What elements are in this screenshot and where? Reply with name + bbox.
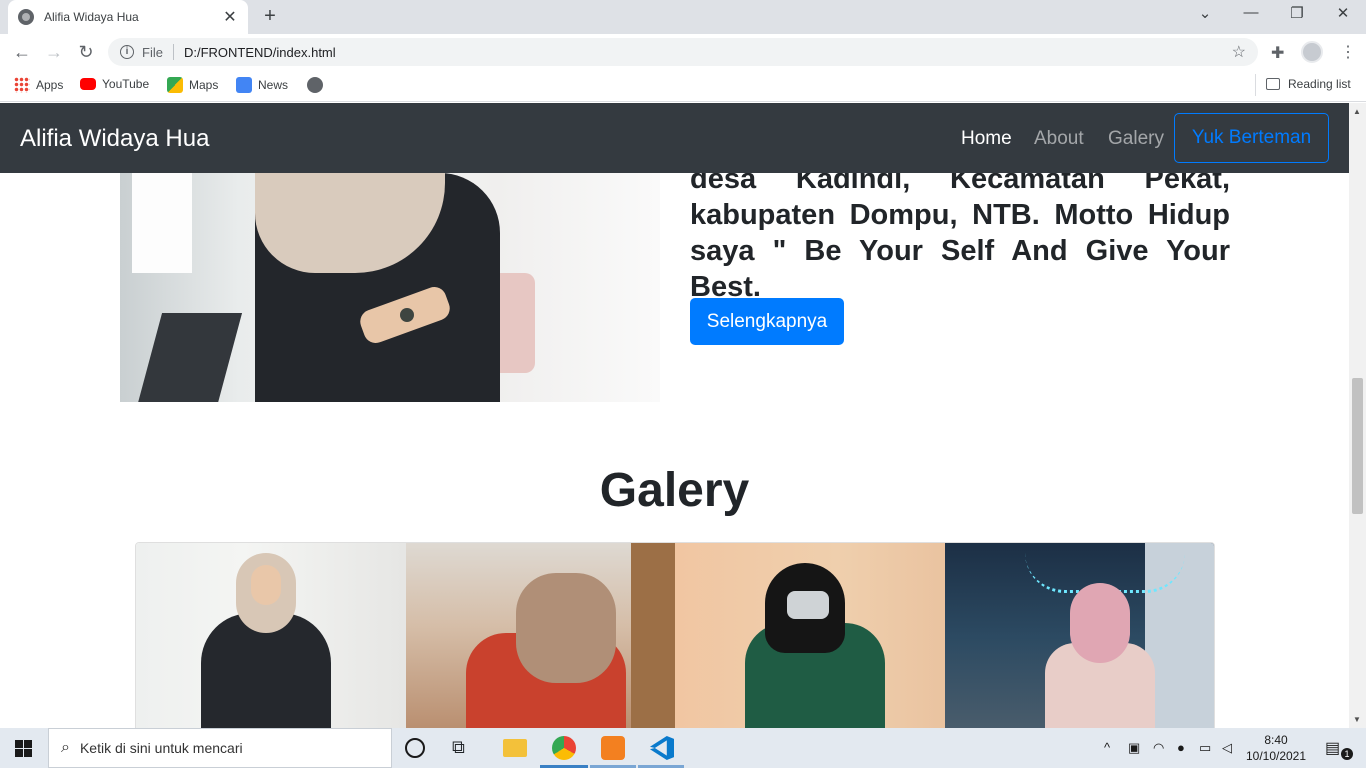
restore-button[interactable]: ❐	[1282, 4, 1312, 22]
new-tab-button[interactable]: +	[258, 5, 282, 28]
about-photo	[120, 153, 660, 402]
task-view-icon[interactable]: ⧉	[452, 737, 476, 761]
scroll-up-arrow-icon[interactable]: ▲	[1353, 107, 1361, 116]
search-icon: ⌕	[61, 739, 70, 756]
yuk-berteman-button[interactable]: Yuk Berteman	[1174, 113, 1329, 163]
vscode-icon[interactable]	[650, 736, 674, 760]
bookmark-label: Apps	[36, 78, 64, 92]
page-viewport: Alifia Widaya Hua Home About Galery Yuk …	[0, 103, 1349, 728]
url-separator	[172, 44, 174, 60]
navbar-brand[interactable]: Alifia Widaya Hua	[20, 125, 209, 153]
gallery-image[interactable]	[405, 543, 675, 728]
selengkapnya-button[interactable]: Selengkapnya	[690, 298, 844, 345]
tab-title: Alifia Widaya Hua	[44, 10, 139, 24]
clock-time: 8:40	[1264, 733, 1288, 747]
globe-icon	[307, 77, 323, 93]
bookmark-label: Maps	[189, 78, 219, 92]
apps-grid-icon	[14, 77, 30, 93]
reading-list-icon	[1266, 78, 1280, 90]
bookmarks-separator	[1255, 74, 1256, 96]
gallery-image[interactable]	[675, 543, 945, 728]
windows-start-icon[interactable]	[15, 740, 32, 757]
reading-list-button[interactable]: Reading list	[1266, 77, 1351, 91]
bookmark-star-icon[interactable]: ☆	[1232, 42, 1246, 62]
file-explorer-icon[interactable]	[503, 739, 527, 757]
site-navbar: Alifia Widaya Hua Home About Galery Yuk …	[0, 103, 1349, 173]
close-window-button[interactable]: ✕	[1328, 4, 1358, 22]
scroll-down-arrow-icon[interactable]: ▼	[1353, 715, 1361, 724]
news-icon	[236, 77, 252, 93]
bookmark-youtube[interactable]: YouTube	[80, 77, 149, 91]
back-arrow-icon[interactable]: ←	[10, 40, 34, 64]
photo-watch	[400, 308, 414, 322]
url-text[interactable]: D:/FRONTEND/index.html	[184, 45, 336, 60]
browser-toolbar: ← → ↻ i File D:/FRONTEND/index.html ☆ ✚	[0, 34, 1366, 70]
cortana-icon[interactable]	[405, 738, 425, 758]
windows-taskbar: ⌕ Ketik di sini untuk mencari ⧉ ^ ▣ ◠ ● …	[0, 728, 1366, 768]
bookmarks-bar: Apps YouTube Maps News	[0, 70, 1366, 102]
photo-mask	[787, 591, 829, 619]
taskbar-clock[interactable]: 8:40 10/10/2021	[1240, 732, 1312, 764]
meet-now-icon[interactable]: ▣	[1128, 740, 1140, 756]
battery-icon[interactable]: ▭	[1199, 740, 1211, 756]
nav-home[interactable]: Home	[961, 128, 1012, 150]
photo-door	[630, 543, 675, 728]
bookmark-apps[interactable]: Apps	[14, 77, 63, 93]
photo-face	[251, 565, 281, 605]
address-bar[interactable]: i File D:/FRONTEND/index.html ☆	[108, 38, 1258, 66]
microphone-icon[interactable]: ●	[1177, 740, 1185, 755]
notification-count-badge: 1	[1341, 748, 1353, 760]
photo-head	[515, 573, 616, 683]
bookmark-globe[interactable]	[307, 77, 323, 93]
reload-icon[interactable]: ↻	[74, 40, 98, 64]
scroll-thumb[interactable]	[1352, 378, 1363, 514]
about-description: desa Kadindi, Kecamatan Pekat, kabupaten…	[690, 163, 1230, 303]
profile-avatar[interactable]	[1301, 41, 1323, 63]
close-tab-icon[interactable]: ✕	[222, 7, 238, 27]
chrome-icon[interactable]	[552, 736, 576, 760]
notification-icon[interactable]: ▤	[1325, 738, 1340, 758]
wifi-icon[interactable]: ◠	[1153, 740, 1164, 756]
menu-kebab-icon[interactable]: ⋮	[1340, 42, 1356, 62]
clock-date: 10/10/2021	[1245, 749, 1307, 763]
xampp-icon[interactable]	[601, 736, 625, 760]
photo-head	[1069, 583, 1130, 663]
minimize-button[interactable]: —	[1236, 4, 1266, 21]
page-scrollbar[interactable]: ▲ ▼	[1349, 103, 1366, 728]
url-scheme-label: File	[142, 44, 163, 60]
tray-chevron-up-icon[interactable]: ^	[1104, 740, 1110, 755]
nav-about[interactable]: About	[1034, 128, 1084, 150]
info-icon[interactable]: i	[120, 45, 134, 59]
reading-list-label: Reading list	[1288, 77, 1351, 91]
bookmark-label: YouTube	[102, 77, 150, 91]
browser-tab-strip: Alifia Widaya Hua ✕ + ⌄ — ❐ ✕	[0, 0, 1366, 34]
gallery-image[interactable]	[944, 543, 1214, 728]
maps-icon	[167, 77, 183, 93]
search-placeholder: Ketik di sini untuk mencari	[79, 740, 243, 756]
nav-galery[interactable]: Galery	[1108, 128, 1164, 150]
bookmark-label: News	[258, 78, 289, 92]
browser-tab[interactable]: Alifia Widaya Hua ✕	[8, 0, 248, 34]
tab-search-icon[interactable]: ⌄	[1190, 4, 1220, 22]
bookmark-maps[interactable]: Maps	[167, 77, 218, 93]
volume-icon[interactable]: ◁	[1222, 740, 1232, 756]
taskbar-search-input[interactable]: ⌕ Ketik di sini untuk mencari	[48, 728, 392, 768]
forward-arrow-icon[interactable]: →	[42, 40, 66, 64]
photo-laptop	[137, 313, 243, 402]
gallery-title: Galery	[599, 464, 750, 517]
gallery-row	[135, 542, 1215, 728]
extensions-puzzle-icon[interactable]: ✚	[1271, 43, 1284, 63]
youtube-icon	[80, 78, 96, 90]
globe-icon	[18, 9, 34, 25]
bookmark-news[interactable]: News	[236, 77, 288, 93]
gallery-image[interactable]	[136, 543, 406, 728]
